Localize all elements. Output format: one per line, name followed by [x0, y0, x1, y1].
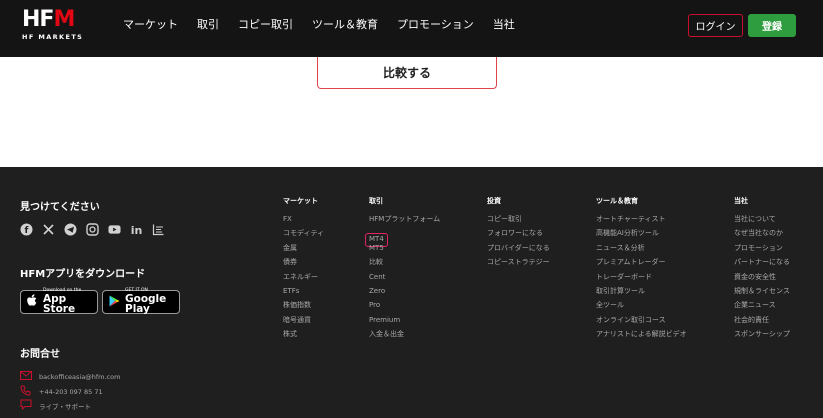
find-us-heading: 見つけてください: [20, 202, 100, 213]
content-section: 比較する: [0, 57, 823, 167]
register-button[interactable]: 登録: [748, 14, 796, 37]
social-links: f in: [20, 223, 165, 236]
footer-link[interactable]: 社会的責任: [734, 313, 790, 327]
footer-link[interactable]: コモディティ: [283, 226, 324, 240]
svg-text:in: in: [131, 224, 143, 236]
footer-link[interactable]: 資金の安全性: [734, 270, 790, 284]
contact-email[interactable]: backofficeasia@hfm.com: [20, 371, 120, 383]
top-nav-bar: HFM HF MARKETS マーケット 取引 コピー取引 ツール＆教育 プロモ…: [0, 0, 823, 57]
nav-company[interactable]: 当社: [493, 16, 515, 32]
footer-link[interactable]: 入金＆出金: [369, 327, 440, 341]
footer-link[interactable]: プロバイダーになる: [487, 241, 550, 255]
youtube-icon[interactable]: [108, 223, 121, 236]
linkedin-icon[interactable]: in: [130, 223, 143, 236]
col-title: 取引: [369, 197, 383, 205]
footer-col-markets: マーケット FX コモディティ 金属 債券 エネルギー ETFs 株価指数 暗号…: [283, 196, 324, 342]
app-store-label: App Store: [43, 292, 76, 316]
footer-link[interactable]: HFMプラットフォーム: [369, 212, 440, 226]
footer: 見つけてください f in HFMアプリをダウンロード Download on …: [0, 167, 823, 418]
footer-link[interactable]: パートナーになる: [734, 255, 790, 269]
footer-link[interactable]: エネルギー: [283, 270, 324, 284]
col-title: ツール＆教育: [596, 197, 638, 205]
app-store-button[interactable]: Download on the App Store: [20, 289, 98, 316]
footer-link[interactable]: プレミアムトレーダー: [596, 255, 687, 269]
footer-link[interactable]: Premium: [369, 313, 440, 327]
chart-icon[interactable]: [152, 223, 165, 236]
footer-link[interactable]: 規制＆ライセンス: [734, 284, 790, 298]
app-download-heading: HFMアプリをダウンロード: [20, 269, 146, 280]
facebook-icon[interactable]: f: [20, 223, 33, 236]
footer-col-invest: 投資 コピー取引 フォロワーになる プロバイダーになる コピーストラテジー: [487, 196, 550, 270]
footer-col-company: 当社 当社について なぜ当社なのか プロモーション パートナーになる 資金の安全…: [734, 196, 790, 342]
footer-link[interactable]: 企業ニュース: [734, 298, 790, 312]
telegram-icon[interactable]: [64, 223, 77, 236]
contact-email-text: backofficeasia@hfm.com: [39, 373, 121, 381]
phone-icon: [20, 385, 34, 399]
footer-col-tools: ツール＆教育 オートチャーティスト 高機能AI分析ツール ニュース＆分析 プレミ…: [596, 196, 687, 342]
x-icon[interactable]: [42, 223, 55, 236]
footer-link[interactable]: 金属: [283, 241, 324, 255]
footer-link[interactable]: Zero: [369, 284, 440, 298]
contact-chat[interactable]: ライブ・サポート: [20, 399, 91, 413]
footer-link[interactable]: 株価指数: [283, 298, 324, 312]
footer-link[interactable]: MT5: [369, 241, 440, 255]
contact-phone[interactable]: +44-203 097 85 71: [20, 385, 103, 399]
col-title: 当社: [734, 197, 748, 205]
svg-text:f: f: [25, 226, 29, 236]
footer-link[interactable]: 債券: [283, 255, 324, 269]
chat-icon: [20, 399, 34, 413]
footer-link[interactable]: 比較: [369, 255, 440, 269]
google-play-button[interactable]: GET IT ON Google Play: [102, 289, 180, 316]
page: HFM HF MARKETS マーケット 取引 コピー取引 ツール＆教育 プロモ…: [0, 0, 823, 418]
instagram-icon[interactable]: [86, 223, 99, 236]
footer-link[interactable]: スポンサーシップ: [734, 327, 790, 341]
nav-markets[interactable]: マーケット: [123, 16, 178, 32]
footer-link[interactable]: 当社について: [734, 212, 790, 226]
google-play-label: Google Play: [125, 292, 167, 316]
footer-link[interactable]: フォロワーになる: [487, 226, 550, 240]
footer-link[interactable]: FX: [283, 212, 324, 226]
main-nav: マーケット 取引 コピー取引 ツール＆教育 プロモーション 当社: [123, 16, 534, 32]
footer-link[interactable]: 全ツール: [596, 298, 687, 312]
apple-icon: [27, 294, 38, 310]
footer-link[interactable]: Cent: [369, 270, 440, 284]
compare-button[interactable]: 比較する: [317, 57, 497, 89]
contact-phone-text: +44-203 097 85 71: [39, 388, 103, 396]
footer-link[interactable]: Pro: [369, 298, 440, 312]
footer-link[interactable]: ニュース＆分析: [596, 241, 687, 255]
footer-link[interactable]: コピーストラテジー: [487, 255, 550, 269]
footer-link[interactable]: オンライン取引コース: [596, 313, 687, 327]
google-play-icon: [109, 295, 120, 310]
footer-link[interactable]: 株式: [283, 327, 324, 341]
footer-col-trading: 取引 HFMプラットフォーム MT4 MT5 比較 Cent Zero Pro …: [365, 196, 440, 342]
logo-mark: HFM: [22, 7, 75, 32]
footer-link[interactable]: トレーダーボード: [596, 270, 687, 284]
hfm-logo[interactable]: HFM HF MARKETS: [22, 9, 92, 43]
footer-link[interactable]: 取引計算ツール: [596, 284, 687, 298]
nav-promotions[interactable]: プロモーション: [397, 16, 474, 32]
nav-tools-education[interactable]: ツール＆教育: [312, 16, 378, 32]
footer-link[interactable]: プロモーション: [734, 241, 790, 255]
footer-link[interactable]: なぜ当社なのか: [734, 226, 790, 240]
footer-link[interactable]: オートチャーティスト: [596, 212, 687, 226]
contact-heading: お問合せ: [20, 349, 60, 360]
footer-link[interactable]: 暗号通貨: [283, 313, 324, 327]
footer-link[interactable]: 高機能AI分析ツール: [596, 226, 687, 240]
logo-subtitle: HF MARKETS: [22, 33, 84, 41]
footer-link[interactable]: コピー取引: [487, 212, 550, 226]
mail-icon: [20, 371, 34, 383]
login-button[interactable]: ログイン: [688, 14, 743, 37]
footer-link[interactable]: アナリストによる解説ビデオ: [596, 327, 687, 341]
nav-copy-trading[interactable]: コピー取引: [238, 16, 293, 32]
nav-trading[interactable]: 取引: [197, 16, 219, 32]
footer-link[interactable]: ETFs: [283, 284, 324, 298]
mt4-link-wrap: MT4: [365, 226, 440, 248]
contact-chat-text: ライブ・サポート: [39, 403, 91, 411]
col-title: 投資: [487, 197, 501, 205]
col-title: マーケット: [283, 197, 318, 205]
